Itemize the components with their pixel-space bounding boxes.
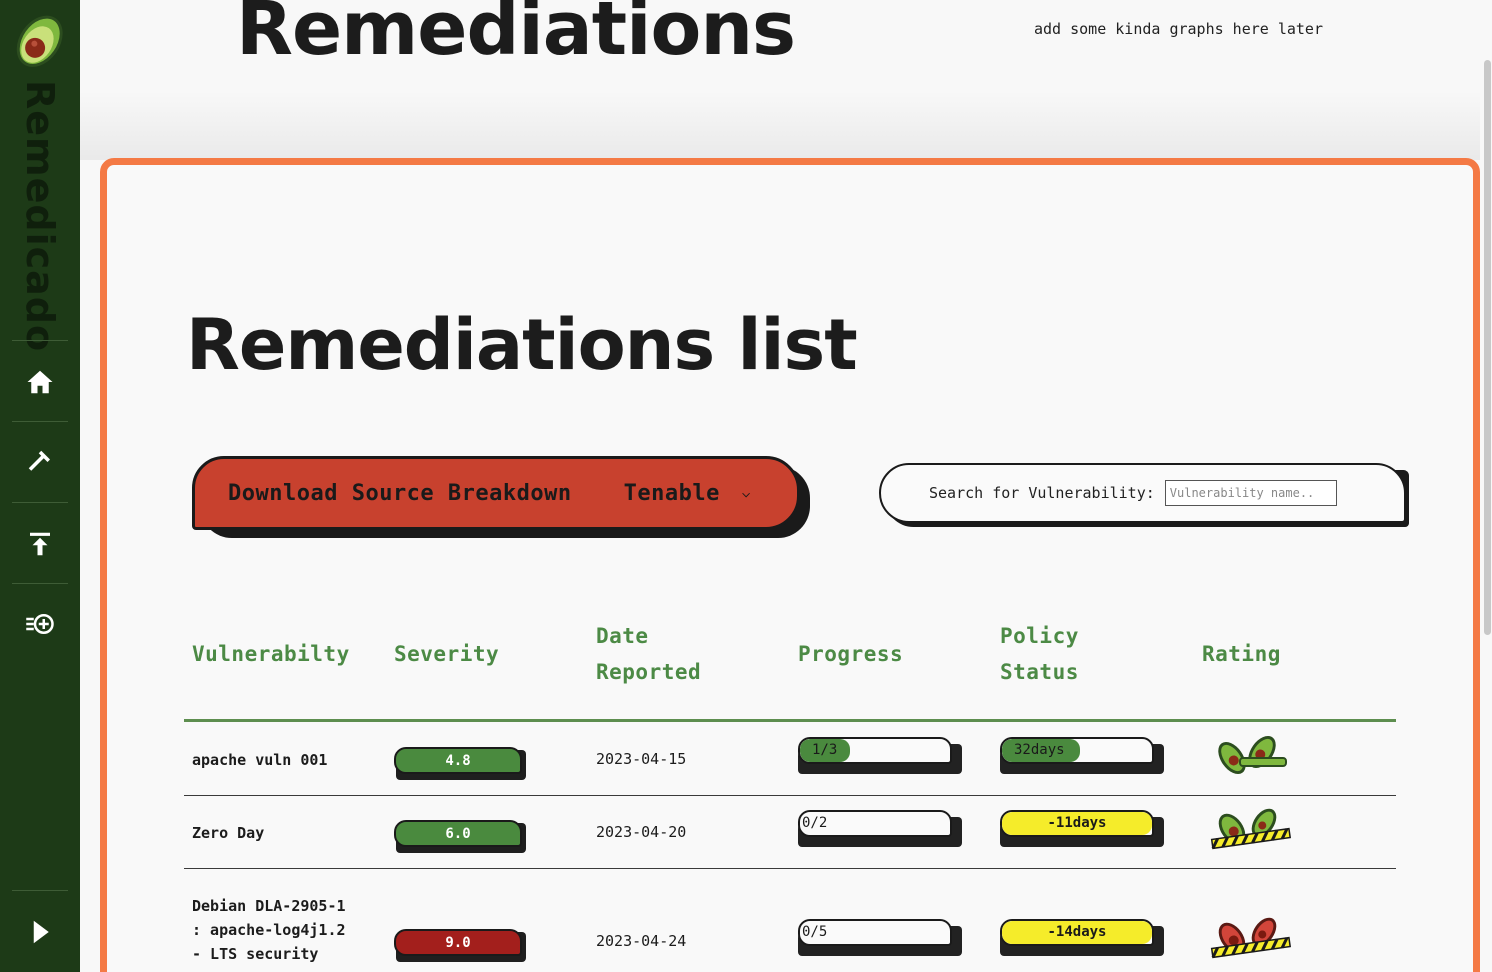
table-header-divider	[184, 719, 1396, 722]
scrollbar-thumb[interactable]	[1484, 60, 1491, 635]
row-2-policy-bar: -11days	[1000, 810, 1154, 837]
row-1-policy-text: 32days	[1014, 742, 1065, 758]
row-1-date: 2023-04-15	[596, 750, 687, 768]
sidebar-item-home[interactable]	[20, 362, 60, 402]
row-2-vulnerability[interactable]: Zero Day	[192, 821, 264, 845]
row-3-severity-badge: 9.0	[394, 929, 522, 956]
row-2-policy-text: -11days	[1047, 815, 1107, 831]
row-1-progress-text: 1/3	[812, 742, 838, 758]
brand-name: Remedicado	[18, 80, 62, 353]
row-2-progress-text: 0/2	[802, 815, 828, 831]
sidebar-expand-button[interactable]	[20, 912, 60, 952]
page-title: Remediations	[236, 0, 796, 72]
sidebar: Remedicado	[0, 0, 80, 972]
play-arrow-icon	[33, 920, 49, 944]
column-header-rating[interactable]: Rating	[1202, 636, 1281, 672]
download-label: Download Source Breakdown	[228, 480, 572, 506]
column-header-progress[interactable]: Progress	[798, 636, 903, 672]
row-3-vulnerability[interactable]: Debian DLA-2905-1 : apache-log4j1.2 - LT…	[192, 894, 346, 966]
row-3-policy-text: -14days	[1047, 924, 1107, 940]
column-header-vulnerability[interactable]: Vulnerabilty	[192, 636, 350, 672]
row-2-severity-badge: 6.0	[394, 820, 522, 847]
search-panel: Search for Vulnerability:	[879, 463, 1406, 523]
sidebar-item-upload[interactable]	[20, 524, 60, 564]
home-icon	[27, 370, 53, 394]
search-input[interactable]	[1164, 480, 1337, 506]
row-3-date: 2023-04-24	[596, 932, 687, 950]
rating-avocado-caution-icon	[1210, 808, 1292, 850]
sidebar-divider	[12, 890, 68, 891]
sidebar-divider	[12, 340, 68, 341]
rating-avocado-danger-icon	[1210, 917, 1292, 959]
chevron-down-icon[interactable]: ⌵	[742, 485, 750, 501]
column-header-policy-status[interactable]: Policy Status	[1000, 618, 1110, 690]
row-3-vulnerability-line-3: - LTS security	[192, 945, 319, 963]
row-1-policy-bar: 32days	[1000, 737, 1154, 764]
row-2-progress-bar: 0/2	[798, 810, 952, 837]
column-header-severity[interactable]: Severity	[394, 636, 499, 672]
row-divider	[184, 795, 1396, 796]
hammer-icon	[28, 450, 50, 471]
row-1-vulnerability[interactable]: apache vuln 001	[192, 748, 327, 772]
upload-icon	[30, 532, 50, 556]
row-3-progress-bar: 0/5	[798, 919, 952, 946]
header-shadow	[80, 90, 1480, 160]
sidebar-divider	[12, 421, 68, 422]
avocado-logo-icon[interactable]	[6, 2, 78, 74]
row-3-vulnerability-line-1: Debian DLA-2905-1	[192, 897, 346, 915]
source-select[interactable]: Tenable	[624, 481, 720, 506]
add-entry-icon	[26, 614, 54, 634]
sidebar-item-add[interactable]	[20, 604, 60, 644]
row-3-policy-bar: -14days	[1000, 919, 1154, 946]
column-header-date[interactable]: Date Reported	[596, 618, 736, 690]
row-1-severity-badge: 4.8	[394, 747, 522, 774]
search-label: Search for Vulnerability:	[929, 484, 1155, 502]
sidebar-item-tools[interactable]	[20, 442, 60, 482]
row-2-date: 2023-04-20	[596, 823, 687, 841]
download-source-button[interactable]: Download Source Breakdown Tenable ⌵	[192, 456, 800, 530]
sidebar-divider	[12, 502, 68, 503]
sidebar-divider	[12, 583, 68, 584]
row-3-progress-text: 0/5	[802, 924, 828, 940]
row-3-vulnerability-line-2: : apache-log4j1.2	[192, 921, 346, 939]
row-divider	[184, 868, 1396, 869]
row-1-progress-bar: 1/3	[798, 737, 952, 764]
header-note: add some kinda graphs here later	[1034, 20, 1323, 38]
list-title: Remediations list	[186, 304, 858, 386]
scrollbar[interactable]	[1482, 0, 1492, 972]
rating-avocado-green-icon	[1218, 735, 1287, 775]
